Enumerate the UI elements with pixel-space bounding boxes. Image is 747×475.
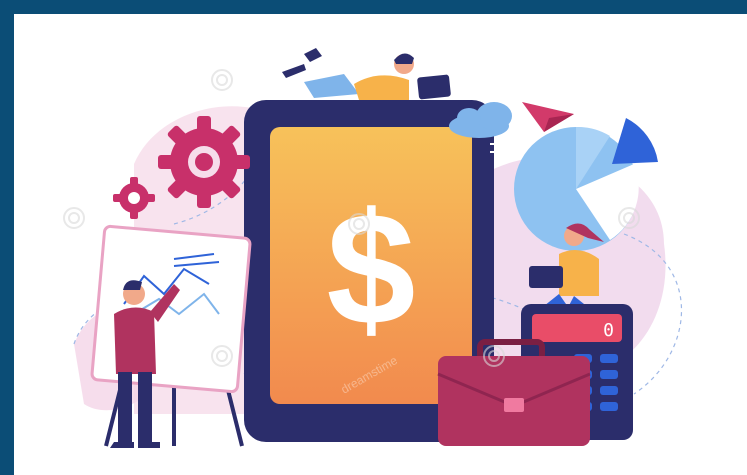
calculator-display-value: 0 [603, 320, 614, 341]
image-frame: $ 0 dreamstime [0, 0, 747, 475]
large-gear-icon [158, 116, 250, 208]
dollar-sign: $ [327, 179, 416, 358]
illustration-canvas: $ 0 dreamstime [14, 14, 747, 475]
briefcase-icon [437, 339, 591, 446]
finance-illustration: $ 0 dreamstime [63, 48, 683, 448]
lying-man [282, 48, 451, 100]
paper-plane-icon [522, 102, 574, 132]
